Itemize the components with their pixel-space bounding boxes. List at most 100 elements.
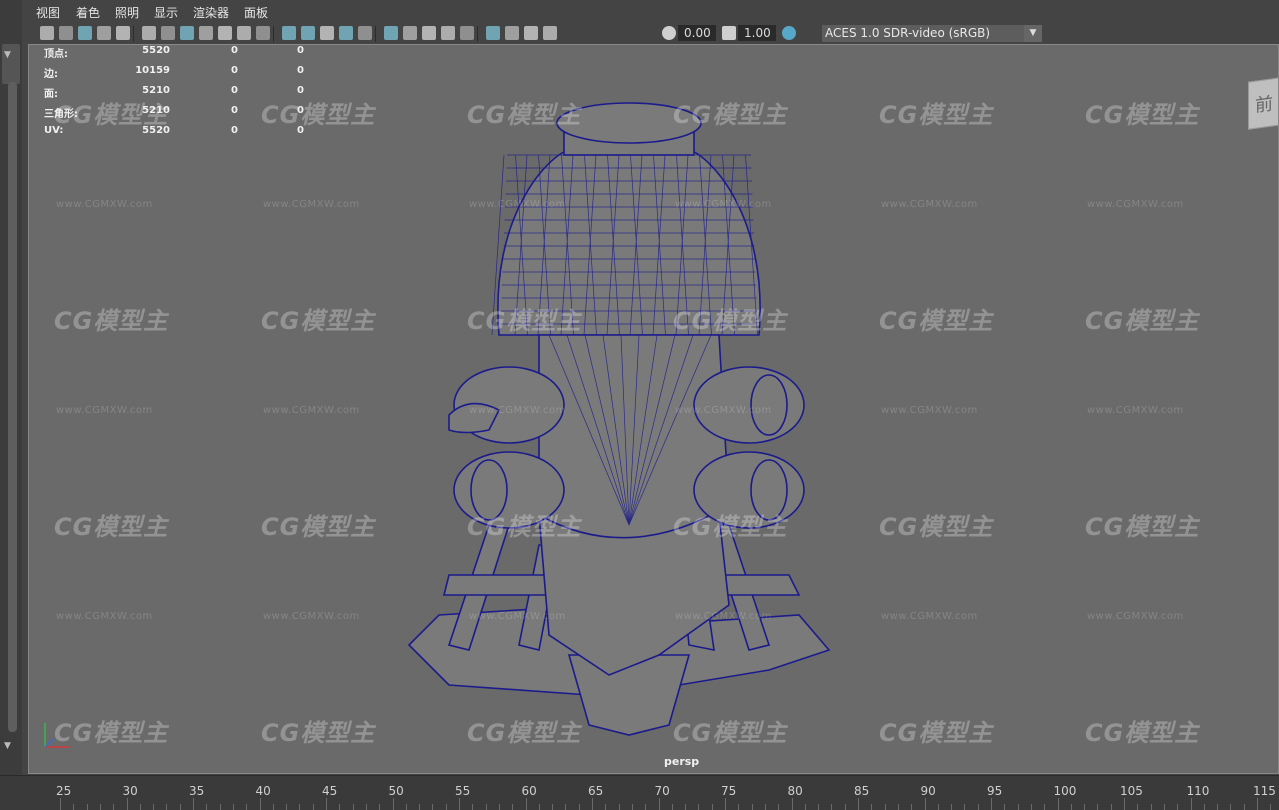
timeline-tick [1084,804,1086,810]
timeline-tick [365,804,367,810]
stat-v3: 0 [297,65,304,76]
menu-show[interactable]: 显示 [154,4,178,21]
colorspace-dropdown[interactable]: ACES 1.0 SDR-video (sRGB) ▼ [822,25,1042,42]
timeline-tick [339,804,341,810]
timeline-tick [498,804,500,810]
toolbar-separator [133,26,134,42]
exposure-field[interactable]: 0.00 [678,25,716,41]
stat-v2: 0 [231,105,238,116]
gate-mask-icon[interactable] [199,26,213,40]
wireframe-model[interactable] [389,85,869,745]
field-chart-icon[interactable] [218,26,232,40]
timeline-tick [565,804,567,810]
menu-renderer[interactable]: 渲染器 [193,4,229,21]
wireframe-on-shaded-icon[interactable] [339,26,353,40]
timeline-tick-label: 70 [654,784,670,798]
watermark-logo: CG模型主 [1085,101,1200,129]
timeline-tick [538,804,540,810]
watermark-logo: CG模型主 [54,307,169,335]
timeline-tick [964,804,966,810]
timeline-tick [352,804,354,810]
timeline-tick [299,804,301,810]
grid-icon[interactable] [142,26,156,40]
watermark-logo: CG模型主 [879,719,994,747]
wireframe-icon[interactable] [282,26,296,40]
exposure-icon[interactable] [662,26,676,40]
chevron-down-icon[interactable]: ▼ [1024,25,1042,42]
toolbar-separator [477,26,478,42]
toolbar-separator [273,26,274,42]
film-gate-icon[interactable] [161,26,175,40]
timeline-tick-label: 40 [255,784,271,798]
timeline-tick [937,804,939,810]
scroll-down-icon[interactable]: ▼ [4,741,11,751]
image-plane-icon[interactable] [97,26,111,40]
stat-label: 顶点: [44,49,68,60]
vertical-scrollbar[interactable] [8,82,17,732]
toolbar-separator [375,26,376,42]
shadows-icon[interactable] [403,26,417,40]
timeline-tick [113,804,115,810]
timeline-tick [1257,798,1258,810]
motion-blur-icon[interactable] [505,26,519,40]
watermark-logo: CG模型主 [467,719,582,747]
watermark-url: www.CGMXW.com [263,199,360,210]
camera-name-label: persp [664,755,700,768]
xray-icon[interactable] [422,26,436,40]
timeline-tick [725,798,726,810]
menu-view[interactable]: 视图 [36,4,60,21]
menu-panels[interactable]: 面板 [244,4,268,21]
timeline-tick [738,804,740,810]
xray-joints-icon[interactable] [441,26,455,40]
smooth-shade-icon[interactable] [301,26,315,40]
timeline-tick [60,798,61,810]
timeline-tick [552,804,554,810]
timeline-tick [272,804,274,810]
timeline-tick [645,804,647,810]
default-material-icon[interactable] [320,26,334,40]
timeline-tick [951,804,953,810]
isolate-select-icon[interactable] [460,26,474,40]
timeline-tick [698,804,700,810]
timeline-tick-label: 115 [1253,784,1276,798]
menu-lighting[interactable]: 照明 [115,4,139,21]
camera-attr-icon[interactable] [59,26,73,40]
gamma-field[interactable]: 1.00 [738,25,776,41]
dof-icon[interactable] [543,26,557,40]
timeline-tick-label: 85 [854,784,870,798]
menu-shading[interactable]: 着色 [76,4,100,21]
time-slider[interactable]: 25 30 35 40 45 50 55 60 65 70 75 80 85 90 95 100 105 110 1… [0,775,1279,810]
anti-alias-icon[interactable] [524,26,538,40]
timeline-tick [405,804,407,810]
lights-icon[interactable] [384,26,398,40]
grease-pencil-icon[interactable] [116,26,130,40]
resolution-gate-icon[interactable] [180,26,194,40]
safe-title-icon[interactable] [256,26,270,40]
view-cube[interactable]: 前 [1248,76,1278,130]
watermark-url: www.CGMXW.com [469,199,566,210]
colormanage-icon[interactable] [782,26,796,40]
timeline-tick [1017,804,1019,810]
timeline-tick [991,798,992,810]
timeline-tick [485,804,487,810]
watermark-logo: CG模型主 [54,101,169,129]
bookmark-icon[interactable] [78,26,92,40]
timeline-tick [578,804,580,810]
safe-action-icon[interactable] [237,26,251,40]
ambient-occlusion-icon[interactable] [486,26,500,40]
timeline-tick [751,804,753,810]
timeline-tick [259,798,261,810]
timeline-tick [379,804,381,810]
gamma-icon[interactable] [722,26,736,40]
textured-icon[interactable] [358,26,372,40]
timeline-tick [592,798,593,810]
panel-menu-bar: 视图 着色 照明 显示 渲染器 面板 [22,0,1279,24]
perspective-viewport[interactable]: 顶点: 5520 0 0 边: 10159 0 0 面: 5210 0 0 三角形: 5210 0 0 UV: 5… [28,44,1279,774]
watermark-url: www.CGMXW.com [881,611,978,622]
timeline-tick-label: 35 [189,784,205,798]
timeline-tick [711,804,713,810]
camera-icon[interactable] [40,26,54,40]
scroll-up-icon[interactable]: ▼ [4,50,11,60]
watermark-logo: CG模型主 [54,719,169,747]
watermark-logo: CG模型主 [261,513,376,541]
